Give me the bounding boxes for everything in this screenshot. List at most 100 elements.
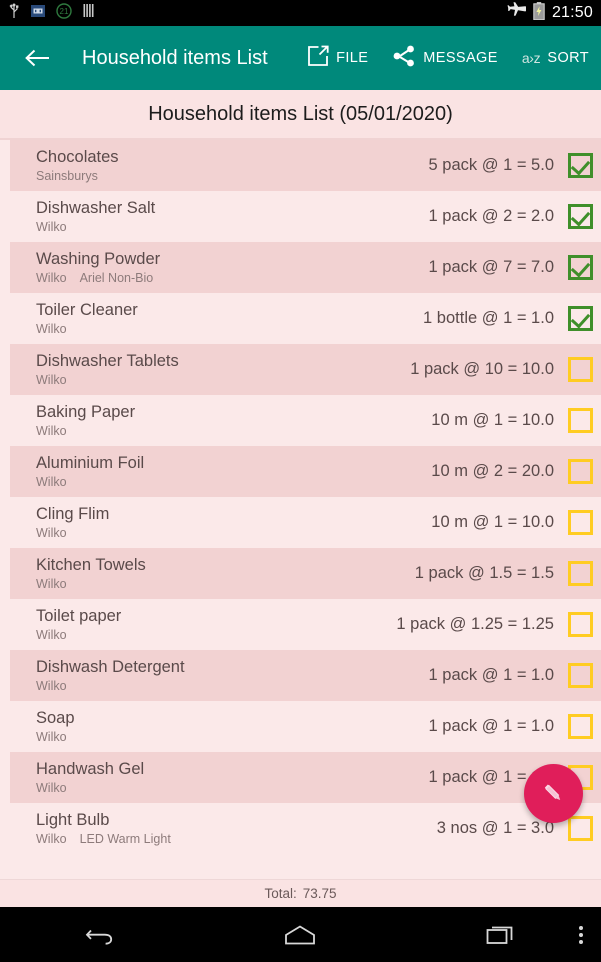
list-item-texts: Toiler Cleaner Wilko <box>0 301 138 337</box>
item-checkbox-checked[interactable] <box>568 306 593 331</box>
home-nav-icon <box>285 924 316 944</box>
list-item[interactable]: Aluminium Foil Wilko 10 m @ 2 = 20.0 <box>10 446 601 497</box>
list-item[interactable]: Toiler Cleaner Wilko 1 bottle @ 1 = 1.0 <box>0 293 601 344</box>
app-root: 21 21:50 Household items List FILE MESSA… <box>0 0 601 962</box>
nav-overflow-button[interactable] <box>579 923 583 947</box>
list-item[interactable]: Kitchen Towels Wilko 1 pack @ 1.5 = 1.5 <box>10 548 601 599</box>
list-item-right: 1 pack @ 1 = 1.0 <box>429 663 593 688</box>
item-checkbox-unchecked[interactable] <box>568 357 593 382</box>
page-title: Household items List <box>82 46 268 69</box>
list-item-name: Soap <box>36 708 75 727</box>
list-item-quantity: 3 nos @ 1 = 3.0 <box>436 819 554 837</box>
list-item[interactable]: Soap Wilko 1 pack @ 1 = 1.0 <box>0 701 601 752</box>
list-item-right: 1 pack @ 7 = 7.0 <box>429 255 593 280</box>
list-item-name: Dishwasher Salt <box>36 198 156 217</box>
message-action-button[interactable]: MESSAGE <box>380 26 510 90</box>
list-item[interactable]: Baking Paper Wilko 10 m @ 1 = 10.0 <box>0 395 601 446</box>
list-item[interactable]: Cling Flim Wilko 10 m @ 1 = 10.0 <box>0 497 601 548</box>
list-item-name: Toiler Cleaner <box>36 300 138 319</box>
svg-text:21: 21 <box>60 7 69 16</box>
list-item-subtitle: Wilko <box>36 423 135 439</box>
list-item[interactable]: Washing Powder Wilko Ariel Non-Bio 1 pack @… <box>10 242 601 293</box>
list-item-right: 1 pack @ 1.5 = 1.5 <box>415 561 593 586</box>
list-item-name: Baking Paper <box>36 402 136 421</box>
list-item[interactable]: Handwash Gel Wilko 1 pack @ 1 = 1.0 <box>10 752 601 803</box>
list-item-store: Wilko <box>36 423 67 438</box>
list-item-texts: Soap Wilko <box>0 709 75 745</box>
list-item-quantity: 1 bottle @ 1 = 1.0 <box>423 309 554 327</box>
status-bar: 21 21:50 <box>0 0 601 26</box>
list-item-texts: Dishwasher Tablets Wilko <box>10 352 179 388</box>
nav-back-button[interactable] <box>0 924 200 946</box>
battery-charging-icon <box>533 1 545 25</box>
list-item-quantity: 10 m @ 1 = 10.0 <box>431 513 554 531</box>
overflow-dot <box>579 939 583 944</box>
list-item-name: Kitchen Towels <box>36 555 146 574</box>
list-item[interactable]: Dishwasher Salt Wilko 1 pack @ 2 = 2.0 <box>0 191 601 242</box>
list-item-store: Wilko <box>36 219 67 234</box>
list-header-title: Household items List (05/01/2020) <box>0 90 601 138</box>
nav-home-button[interactable] <box>200 924 400 946</box>
list-item-quantity: 1 pack @ 1.25 = 1.25 <box>396 615 554 633</box>
list-item-subtitle: Wilko LED Warm Light <box>36 831 171 847</box>
list-item-right: 10 m @ 2 = 20.0 <box>431 459 593 484</box>
list-item-subtitle: Wilko Ariel Non-Bio <box>36 270 160 286</box>
share-nodes-icon <box>392 45 416 72</box>
item-checkbox-checked[interactable] <box>568 153 593 178</box>
list-item-name: Dishwash Detergent <box>36 657 185 676</box>
list-item-texts: Aluminium Foil Wilko <box>10 454 144 490</box>
list-item-right: 5 pack @ 1 = 5.0 <box>429 153 593 178</box>
toolbar-actions: FILE MESSAGE a›z SORT <box>295 26 601 90</box>
item-checkbox-checked[interactable] <box>568 204 593 229</box>
list-item-quantity: 10 m @ 2 = 20.0 <box>431 462 554 480</box>
status-bar-right-icons: 21:50 <box>507 1 593 25</box>
item-checkbox-unchecked[interactable] <box>568 561 593 586</box>
item-checkbox-unchecked[interactable] <box>568 612 593 637</box>
list-item-subtitle: Wilko <box>36 678 185 694</box>
item-checkbox-unchecked[interactable] <box>568 663 593 688</box>
list-item-quantity: 5 pack @ 1 = 5.0 <box>428 156 554 174</box>
nav-recents-button[interactable] <box>401 923 601 947</box>
item-checkbox-unchecked[interactable] <box>568 408 593 433</box>
export-file-icon <box>307 45 329 72</box>
edit-fab-button[interactable] <box>524 764 583 823</box>
list-item[interactable]: Chocolates Sainsburys 5 pack @ 1 = 5.0 <box>10 140 601 191</box>
list-item[interactable]: Dishwasher Tablets Wilko 1 pack @ 10 = 10.… <box>10 344 601 395</box>
back-button[interactable] <box>22 43 52 73</box>
status-bar-left-icons: 21 <box>8 2 95 24</box>
list-item-name: Cling Flim <box>36 504 110 523</box>
list-item-name: Washing Powder <box>36 249 161 268</box>
list-item-texts: Light Bulb Wilko LED Warm Light <box>0 811 171 847</box>
list-item-subtitle: Wilko <box>36 321 138 337</box>
sim-icon <box>83 3 95 23</box>
list-item-store: Wilko <box>36 525 67 540</box>
items-list[interactable]: Chocolates Sainsburys 5 pack @ 1 = 5.0 Dish… <box>0 140 601 854</box>
app-toolbar: Household items List FILE MESSAGE a›z SO… <box>0 26 601 90</box>
item-checkbox-unchecked[interactable] <box>568 510 593 535</box>
list-item[interactable]: Light Bulb Wilko LED Warm Light 3 nos @ 1 =… <box>0 803 601 854</box>
sort-action-label: SORT <box>547 50 589 66</box>
list-item-name: Light Bulb <box>36 810 110 829</box>
list-item[interactable]: Toilet paper Wilko 1 pack @ 1.25 = 1.25 <box>0 599 601 650</box>
recents-nav-icon <box>486 926 513 944</box>
item-checkbox-unchecked[interactable] <box>568 714 593 739</box>
list-item-store: Wilko <box>36 678 67 693</box>
overflow-dot <box>579 932 583 937</box>
sort-action-button[interactable]: a›z SORT <box>510 26 601 90</box>
list-item-right: 1 pack @ 2 = 2.0 <box>429 204 593 229</box>
item-checkbox-unchecked[interactable] <box>568 459 593 484</box>
list-item-right: 1 pack @ 1.25 = 1.25 <box>396 612 593 637</box>
list-item-store: Wilko <box>36 780 67 795</box>
file-action-button[interactable]: FILE <box>295 26 380 90</box>
item-checkbox-unchecked[interactable] <box>568 816 593 841</box>
list-item-right: 1 pack @ 1 = 1.0 <box>429 714 593 739</box>
list-item-store: Wilko <box>36 270 67 285</box>
list-item-note: LED Warm Light <box>79 831 171 846</box>
pencil-edit-icon <box>544 784 560 800</box>
a-to-z-icon: a›z <box>521 50 541 66</box>
list-item[interactable]: Dishwash Detergent Wilko 1 pack @ 1 = 1.0 <box>10 650 601 701</box>
airplane-mode-icon <box>507 2 527 24</box>
list-item-store: Wilko <box>36 372 67 387</box>
item-checkbox-checked[interactable] <box>568 255 593 280</box>
list-item-right: 3 nos @ 1 = 3.0 <box>437 816 593 841</box>
